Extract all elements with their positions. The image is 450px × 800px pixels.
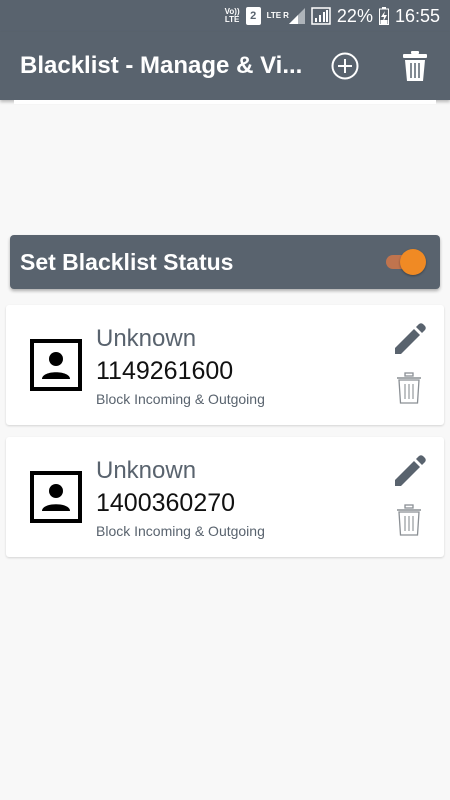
app-bar: Blacklist - Manage & Vi... [0,32,450,100]
add-entry-button[interactable] [327,48,363,84]
header-divider [14,100,436,104]
trash-outline-icon [397,504,421,536]
signal-sim2 [311,7,331,25]
entry-block-mode: Block Incoming & Outgoing [96,523,265,539]
entry-name: Unknown [96,457,197,484]
delete-entry-button[interactable] [396,371,422,405]
volte-indicator: Vo)) LTE [225,8,240,24]
battery-percent: 22% [336,5,373,26]
pencil-icon [395,323,426,354]
app-title: Blacklist - Manage & Vi... [20,52,303,79]
entry-number: 1149261600 [96,357,234,385]
signal-box-icon [311,7,331,25]
contact-icon [30,471,82,523]
blacklist-status-toggle[interactable] [386,249,426,275]
clock: 16:55 [394,5,440,26]
sim-number: 2 [245,7,261,25]
battery-icon [378,7,389,25]
entry-block-mode: Block Incoming & Outgoing [96,391,265,407]
add-circle-icon [331,52,359,80]
volte-bottom-label: LTE [224,15,240,24]
edit-entry-button[interactable] [392,323,426,357]
toggle-thumb [400,249,426,275]
delete-entry-button[interactable] [396,503,422,537]
blacklist-status-card: Set Blacklist Status [10,235,440,289]
status-bar: Vo)) LTE 2 LTE R 22% 16:55 [0,0,450,32]
delete-all-button[interactable] [397,48,433,84]
trash-outline-icon [397,372,421,404]
blacklist-entry[interactable]: Unknown 1400360270 Block Incoming & Outg… [6,437,444,557]
blacklist-entry[interactable]: Unknown 1149261600 Block Incoming & Outg… [6,305,444,425]
pencil-icon [395,455,426,486]
contact-icon [30,339,82,391]
sim-indicator: 2 [245,7,261,25]
network-indicator: LTE R [267,8,305,24]
blacklist-status-label: Set Blacklist Status [20,248,234,275]
entry-number: 1400360270 [96,489,236,517]
trash-icon [403,51,427,81]
signal-icon [288,8,305,24]
entry-name: Unknown [96,325,197,352]
edit-entry-button[interactable] [392,455,426,489]
lte-label: LTE [266,11,282,20]
